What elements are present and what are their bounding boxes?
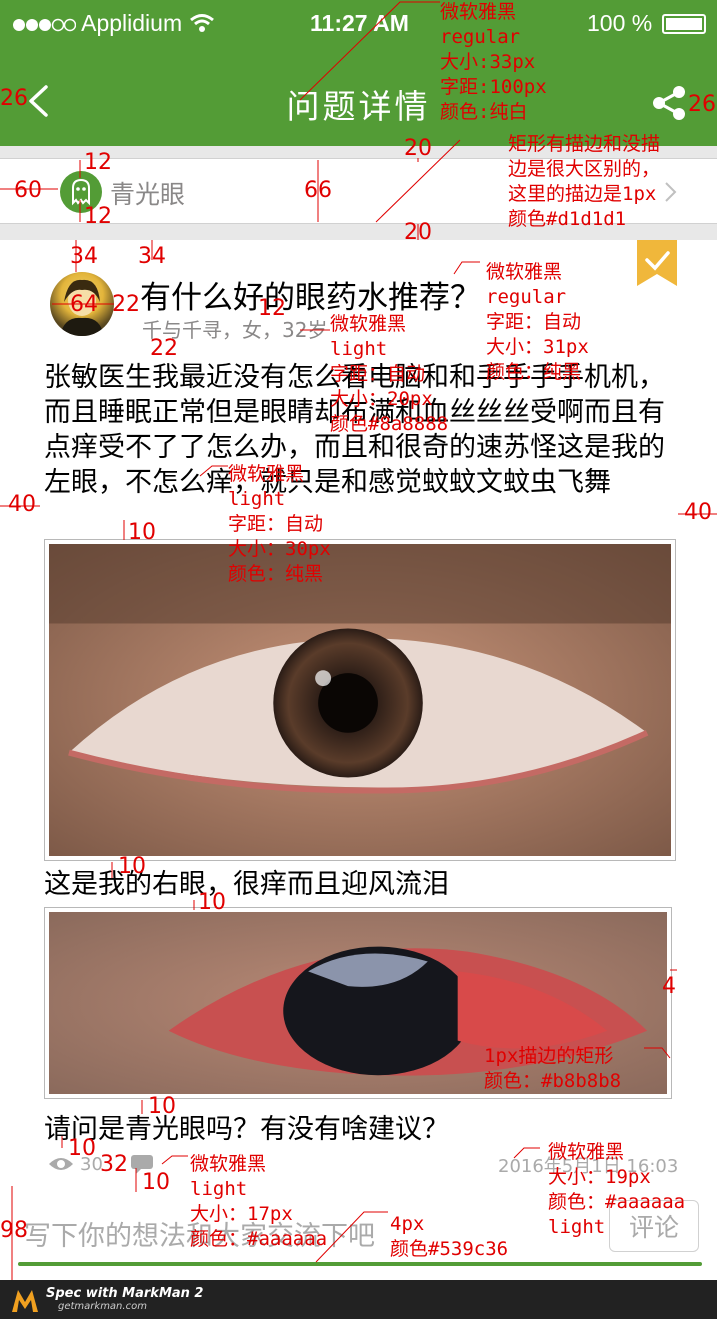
nav-header: Applidium 11:27 AM 100 % 问题详情 (0, 0, 717, 146)
battery-icon (662, 14, 706, 34)
right-eye-caption: 这是我的右眼，很痒而且迎风流泪 (44, 869, 449, 900)
comment-icon (131, 1155, 153, 1174)
wifi-icon (189, 14, 214, 32)
app-screen: Applidium 11:27 AM 100 % 问题详情 青光眼 有什么好的眼… (0, 0, 717, 1319)
view-count: 30 (80, 1154, 103, 1175)
comment-submit-button[interactable]: 评论 (609, 1200, 699, 1252)
question-title: 有什么好的眼药水推荐？ (140, 280, 481, 316)
status-time: 11:27 AM (310, 10, 409, 36)
eye-icon (49, 1158, 73, 1170)
right-eye-image (49, 912, 667, 1094)
markman-logo-icon (12, 1290, 38, 1312)
bookmark-check-icon[interactable] (637, 240, 677, 286)
ghost-icon (60, 171, 102, 213)
question-footer: 30 2016年5月1日 16:03 (44, 1150, 684, 1180)
status-bar: Applidium 11:27 AM 100 % (0, 0, 717, 48)
chevron-right-icon (665, 182, 677, 202)
question-card: 有什么好的眼药水推荐？ 千与千寻，女，32岁 张敏医生我最近没有怎么看电脑和和手… (0, 240, 717, 1190)
carrier-name: Applidium (81, 10, 183, 36)
right-eye-photo[interactable] (44, 907, 672, 1099)
author-meta: 千与千寻，女，32岁 (142, 318, 328, 342)
carrier: Applidium (12, 10, 215, 37)
question-body: 张敏医生我最近没有怎么看电脑和和手手手手机机，而且睡眠正常但是眼睛却布满和血丝丝… (44, 362, 665, 498)
battery-percent: 100 % (587, 10, 653, 36)
markman-title: Spec with MarkMan 2 (46, 1286, 204, 1301)
category-label: 青光眼 (110, 180, 186, 209)
question-ask: 请问是青光眼吗？有没有啥建议？ (44, 1114, 449, 1145)
input-underline (18, 1262, 702, 1266)
avatar[interactable] (50, 272, 114, 336)
share-icon[interactable] (651, 86, 687, 120)
left-eye-image (49, 544, 671, 856)
comment-input[interactable]: 写下你的想法和大家交流下吧 (24, 1214, 375, 1253)
page-title: 问题详情 (286, 87, 431, 126)
markman-url: getmarkman.com (58, 1301, 147, 1312)
markman-bar: Spec with MarkMan 2 getmarkman.com (0, 1280, 717, 1319)
signal-dots-icon (13, 18, 76, 32)
category-row[interactable]: 青光眼 (0, 158, 717, 224)
comment-bar: 写下你的想法和大家交流下吧 评论 (0, 1186, 717, 1280)
post-datetime: 2016年5月1日 16:03 (498, 1156, 679, 1177)
left-eye-photo[interactable] (44, 539, 676, 861)
